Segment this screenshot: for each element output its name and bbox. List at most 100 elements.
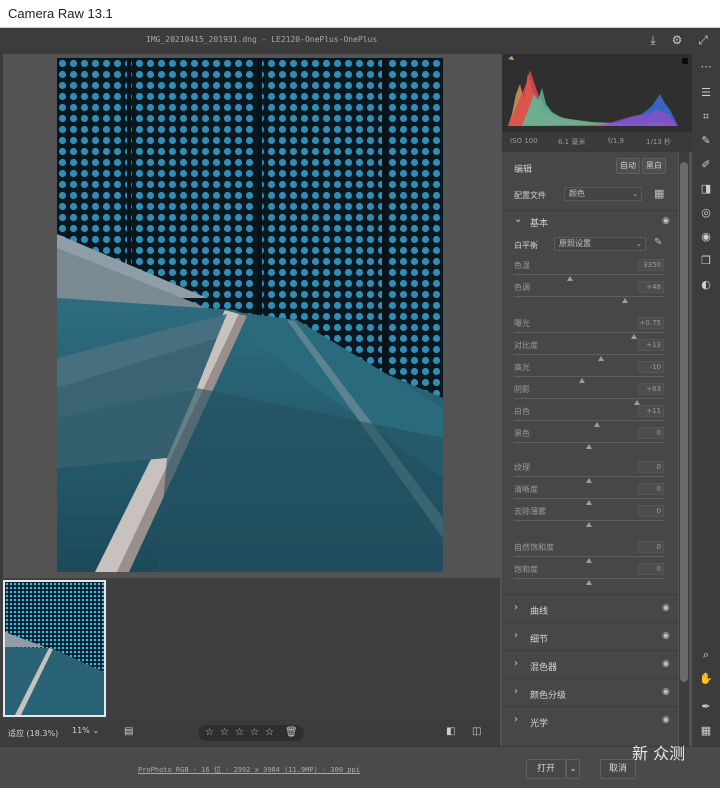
panel-section[interactable]: › 细节 ◉ bbox=[502, 622, 678, 650]
more-icon[interactable]: ⋯ bbox=[699, 60, 713, 74]
chevron-down-icon[interactable]: ⌄ bbox=[514, 214, 522, 225]
slider-value-field[interactable]: +63 bbox=[638, 383, 664, 395]
eye-icon[interactable]: ◉ bbox=[662, 631, 670, 641]
gradient-icon[interactable]: ◨ bbox=[699, 182, 713, 196]
edit-sliders-icon[interactable]: ☰ bbox=[699, 86, 713, 100]
slider-value-field[interactable]: 0 bbox=[638, 563, 664, 575]
slider-track[interactable] bbox=[514, 420, 664, 421]
cancel-button[interactable]: 取消 bbox=[600, 759, 636, 779]
slider-track[interactable] bbox=[514, 398, 664, 399]
scrollbar-thumb[interactable] bbox=[680, 162, 688, 682]
slider-value-field[interactable]: 0 bbox=[638, 483, 664, 495]
slider-handle[interactable] bbox=[566, 276, 573, 281]
fullscreen-icon[interactable]: ⤢ bbox=[696, 33, 710, 47]
zoom-icon[interactable]: ⌕ bbox=[699, 648, 713, 662]
slider-handle[interactable] bbox=[586, 580, 592, 585]
chevron-right-icon[interactable]: › bbox=[514, 714, 518, 725]
slider-value-field[interactable]: +0.75 bbox=[638, 317, 664, 329]
slider-value-field[interactable]: +48 bbox=[638, 281, 664, 293]
slider-track[interactable] bbox=[514, 476, 664, 477]
slider-track[interactable] bbox=[514, 578, 664, 579]
photo-preview[interactable] bbox=[57, 58, 443, 572]
workflow-options-link[interactable]: ProPhoto RGB - 16 位 - 2992 x 3984 (11.9M… bbox=[138, 765, 360, 775]
eye-icon[interactable]: ◉ bbox=[662, 687, 670, 697]
panel-scrollbar[interactable] bbox=[679, 152, 689, 746]
view-mode-icon[interactable]: ◧ bbox=[446, 726, 455, 737]
filmstrip-thumbnail[interactable] bbox=[3, 580, 106, 717]
star-icon[interactable]: ☆ bbox=[265, 727, 274, 738]
eye-icon[interactable]: ◉ bbox=[662, 216, 670, 226]
black-white-button[interactable]: 黑白 bbox=[642, 158, 666, 174]
slider-handle[interactable] bbox=[598, 356, 604, 361]
save-icon[interactable]: ⤓ bbox=[646, 33, 660, 47]
eye-icon[interactable]: ◉ bbox=[662, 715, 670, 725]
panel-section[interactable]: › 混色器 ◉ bbox=[502, 650, 678, 678]
slider-value-field[interactable]: 0 bbox=[638, 427, 664, 439]
zoom-level[interactable]: 适应 (18.3%) bbox=[8, 728, 58, 739]
wb-dropdown[interactable]: 原照设置 ⌄ bbox=[554, 237, 646, 251]
slider-track[interactable] bbox=[514, 376, 664, 377]
open-menu-chevron-icon[interactable]: ⌄ bbox=[566, 759, 580, 779]
section-title[interactable]: 混色器 bbox=[530, 660, 557, 673]
slider-value-field[interactable]: +11 bbox=[638, 405, 664, 417]
chevron-right-icon[interactable]: › bbox=[514, 658, 518, 669]
snapshots-icon[interactable]: ❐ bbox=[699, 254, 713, 268]
open-button[interactable]: 打开 bbox=[526, 759, 566, 779]
slider-track[interactable] bbox=[514, 296, 664, 297]
slider-handle[interactable] bbox=[586, 478, 592, 483]
eye-icon[interactable]: ◉ bbox=[662, 603, 670, 613]
star-icon[interactable]: ☆ bbox=[235, 727, 244, 738]
slider-value-field[interactable]: 0 bbox=[638, 461, 664, 473]
redeye-icon[interactable]: ◉ bbox=[699, 230, 713, 244]
profile-browser-icon[interactable]: ▦ bbox=[654, 187, 664, 200]
basic-section-title[interactable]: 基本 bbox=[530, 216, 548, 229]
eye-icon[interactable]: ◉ bbox=[662, 659, 670, 669]
panel-section[interactable]: › 光学 ◉ bbox=[502, 706, 678, 734]
slider-value-field[interactable]: 0 bbox=[638, 505, 664, 517]
radial-icon[interactable]: ◎ bbox=[699, 206, 713, 220]
slider-value-field[interactable]: -10 bbox=[638, 361, 664, 373]
hand-icon[interactable]: ✋ bbox=[699, 672, 713, 686]
star-icon[interactable]: ☆ bbox=[250, 727, 259, 738]
section-title[interactable]: 曲线 bbox=[530, 604, 548, 617]
panel-section[interactable]: › 颜色分级 ◉ bbox=[502, 678, 678, 706]
gear-icon[interactable]: ⚙ bbox=[670, 33, 684, 47]
section-title[interactable]: 光学 bbox=[530, 716, 548, 729]
zoom-select[interactable]: 11% ⌄ bbox=[72, 726, 110, 740]
slider-handle[interactable] bbox=[593, 422, 600, 427]
chevron-right-icon[interactable]: › bbox=[514, 630, 518, 641]
auto-button[interactable]: 自动 bbox=[616, 158, 640, 174]
chevron-right-icon[interactable]: › bbox=[514, 686, 518, 697]
slider-handle[interactable] bbox=[586, 558, 592, 563]
slider-handle[interactable] bbox=[578, 378, 585, 383]
filmstrip-toggle-icon[interactable]: ▤ bbox=[124, 726, 133, 737]
brush-icon[interactable]: ✐ bbox=[699, 158, 713, 172]
slider-track[interactable] bbox=[514, 442, 664, 443]
slider-handle[interactable] bbox=[622, 298, 628, 303]
star-icon[interactable]: ☆ bbox=[205, 727, 214, 738]
star-icon[interactable]: ☆ bbox=[220, 727, 229, 738]
slider-track[interactable] bbox=[514, 556, 664, 557]
section-title[interactable]: 细节 bbox=[530, 632, 548, 645]
grid-icon[interactable]: ▦ bbox=[699, 724, 713, 738]
crop-icon[interactable]: ⌗ bbox=[699, 110, 713, 124]
panel-section[interactable]: › 曲线 ◉ bbox=[502, 594, 678, 622]
slider-track[interactable] bbox=[514, 274, 664, 275]
eyedropper-icon[interactable]: ✎ bbox=[654, 237, 662, 248]
slider-value-field[interactable]: 0 bbox=[638, 541, 664, 553]
heal-icon[interactable]: ✎ bbox=[699, 134, 713, 148]
slider-handle[interactable] bbox=[631, 334, 637, 339]
trash-icon[interactable]: 🗑 bbox=[285, 727, 298, 738]
profile-dropdown[interactable]: 颜色 ⌄ bbox=[564, 187, 642, 201]
section-title[interactable]: 颜色分级 bbox=[530, 688, 566, 701]
slider-track[interactable] bbox=[514, 520, 664, 521]
before-after-icon[interactable]: ◫ bbox=[472, 726, 481, 737]
color-sampler-icon[interactable]: ✒ bbox=[699, 700, 713, 714]
slider-handle[interactable] bbox=[586, 522, 592, 527]
slider-value-field[interactable]: 3350 bbox=[638, 259, 664, 271]
slider-handle[interactable] bbox=[586, 444, 592, 449]
slider-track[interactable] bbox=[514, 332, 664, 333]
slider-track[interactable] bbox=[514, 498, 664, 499]
presets-icon[interactable]: ◐ bbox=[699, 278, 713, 292]
slider-value-field[interactable]: +13 bbox=[638, 339, 664, 351]
